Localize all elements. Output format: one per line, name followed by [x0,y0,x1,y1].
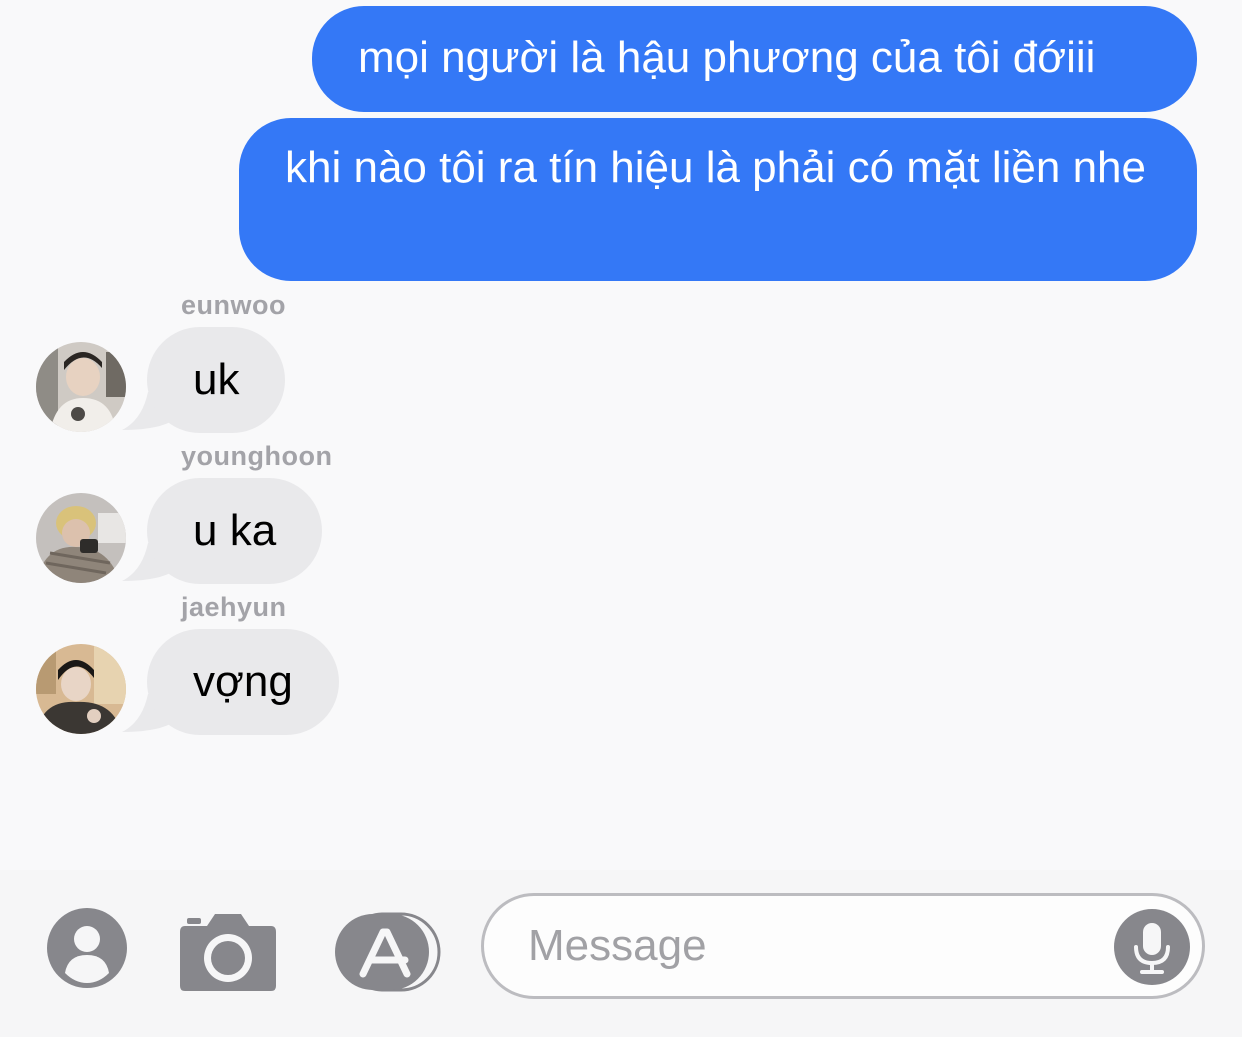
outgoing-message-bubble[interactable]: mọi người là hậu phương của tôi đớiii [312,6,1197,112]
message-placeholder: Message [528,921,707,970]
message-text: uk [193,355,240,404]
message-thread: mọi người là hậu phương của tôi đớiii kh… [0,0,1242,870]
incoming-message-bubble[interactable]: u ka [147,478,323,584]
sender-name: jaehyun [181,592,287,622]
incoming-message-bubble[interactable]: uk [147,327,286,433]
contact-icon[interactable] [46,907,128,989]
message-input[interactable]: Message [481,893,1205,999]
microphone-icon [1134,923,1170,974]
sender-name: younghoon [181,441,333,471]
microphone-button[interactable] [1114,909,1190,985]
message-text: mọi người là hậu phương của tôi đớiii [358,33,1096,82]
message-text: vợng [193,657,293,706]
avatar[interactable] [36,644,126,734]
sender-name: eunwoo [181,290,286,320]
message-text: khi nào tôi ra tín hiệu là phải có mặt l… [285,143,1146,192]
app-store-icon[interactable] [333,912,441,992]
outgoing-message-bubble[interactable]: khi nào tôi ra tín hiệu là phải có mặt l… [239,118,1197,281]
avatar[interactable] [36,342,126,432]
avatar[interactable] [36,493,126,583]
message-text: u ka [193,506,277,555]
camera-icon[interactable] [179,910,277,992]
incoming-message-bubble[interactable]: vợng [147,629,339,735]
